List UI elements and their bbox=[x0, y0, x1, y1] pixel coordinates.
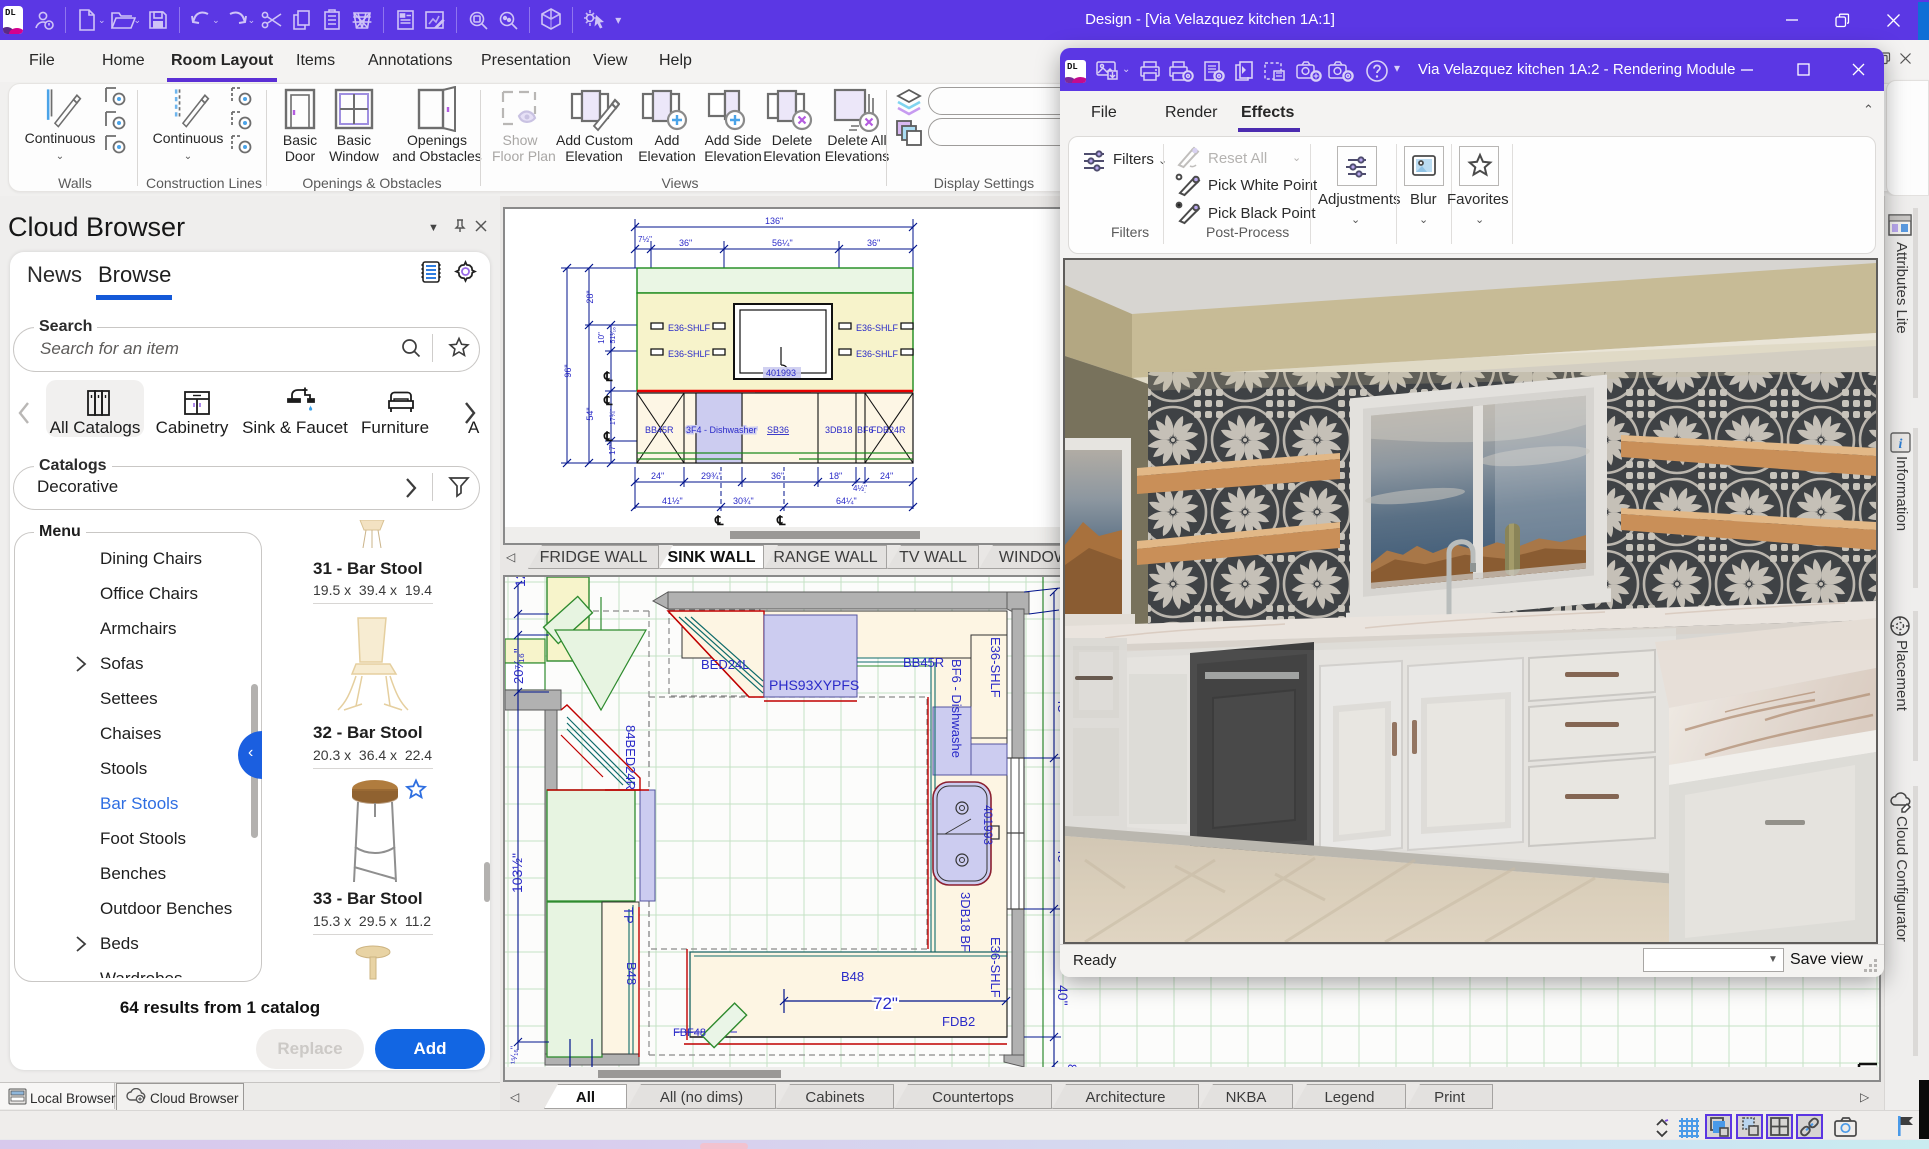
svg-text:TP: TP bbox=[621, 907, 636, 924]
svg-text:17": 17" bbox=[608, 443, 617, 455]
svg-text:30¾": 30¾" bbox=[733, 496, 754, 506]
svg-text:36": 36" bbox=[867, 238, 880, 248]
svg-text:B48: B48 bbox=[624, 962, 639, 985]
svg-text:3F4 - Dishwasher: 3F4 - Dishwasher bbox=[686, 425, 757, 435]
svg-text:41½": 41½" bbox=[662, 496, 683, 506]
svg-text:FDB24R: FDB24R bbox=[871, 425, 906, 435]
svg-text:24": 24" bbox=[880, 471, 893, 481]
svg-text:i: i bbox=[1899, 437, 1903, 452]
svg-text:401993: 401993 bbox=[766, 368, 796, 378]
svg-text:51¹⁄₁₆": 51¹⁄₁₆" bbox=[610, 324, 617, 343]
svg-text:84BED24R: 84BED24R bbox=[623, 725, 638, 790]
svg-text:36": 36" bbox=[771, 471, 784, 481]
svg-text:29¾": 29¾" bbox=[701, 471, 722, 481]
svg-text:56¼": 56¼" bbox=[772, 238, 793, 248]
svg-text:FBF48: FBF48 bbox=[673, 1027, 706, 1039]
svg-text:℄: ℄ bbox=[776, 513, 786, 528]
svg-text:7½": 7½" bbox=[638, 235, 652, 244]
svg-text:4½": 4½" bbox=[853, 484, 867, 493]
svg-text:17¾": 17¾" bbox=[610, 408, 617, 425]
svg-text:℄: ℄ bbox=[603, 393, 613, 408]
svg-text:FDB2: FDB2 bbox=[942, 1014, 975, 1029]
svg-text:54": 54" bbox=[585, 407, 595, 420]
svg-text:3DB18: 3DB18 bbox=[825, 425, 853, 435]
svg-text:E36-SHLF: E36-SHLF bbox=[856, 349, 899, 359]
svg-text:18": 18" bbox=[829, 471, 842, 481]
svg-text:E36-SHLF: E36-SHLF bbox=[988, 637, 1003, 698]
svg-text:℄: ℄ bbox=[714, 513, 724, 528]
svg-text:20⁷⁄₁₆": 20⁷⁄₁₆" bbox=[511, 648, 526, 684]
svg-text:64¼": 64¼" bbox=[836, 496, 857, 506]
svg-text:E36-SHLF: E36-SHLF bbox=[668, 349, 711, 359]
svg-text:BB45R: BB45R bbox=[903, 655, 944, 670]
svg-text:SB36: SB36 bbox=[767, 425, 789, 435]
svg-text:BED24L: BED24L bbox=[701, 657, 749, 672]
svg-text:E36-SHLF: E36-SHLF bbox=[668, 323, 711, 333]
svg-text:B48: B48 bbox=[841, 969, 864, 984]
svg-text:401993: 401993 bbox=[981, 805, 995, 845]
svg-text:103½": 103½" bbox=[509, 853, 525, 893]
svg-text:96": 96" bbox=[563, 364, 573, 377]
svg-text:10": 10" bbox=[597, 332, 606, 344]
svg-text:40": 40" bbox=[1055, 985, 1071, 1006]
svg-text:24": 24" bbox=[651, 471, 664, 481]
svg-text:12": 12" bbox=[512, 577, 528, 587]
svg-text:PHS93XYPFS: PHS93XYPFS bbox=[769, 677, 859, 693]
svg-text:¹⁵⁄₁₆": ¹⁵⁄₁₆" bbox=[509, 1046, 519, 1064]
svg-text:3DB18 BF: 3DB18 BF bbox=[958, 892, 973, 952]
svg-text:E36-SHLF: E36-SHLF bbox=[856, 323, 899, 333]
svg-text:136": 136" bbox=[765, 216, 783, 226]
svg-text:36": 36" bbox=[679, 238, 692, 248]
svg-text:E36-SHLF: E36-SHLF bbox=[988, 937, 1003, 998]
svg-text:℄: ℄ bbox=[603, 369, 613, 384]
svg-text:BB45R: BB45R bbox=[645, 425, 674, 435]
svg-text:28": 28" bbox=[585, 290, 595, 303]
svg-text:72": 72" bbox=[873, 994, 898, 1013]
svg-text:℄: ℄ bbox=[603, 429, 613, 444]
svg-text:BF6 - Dishwashe: BF6 - Dishwashe bbox=[949, 659, 964, 758]
